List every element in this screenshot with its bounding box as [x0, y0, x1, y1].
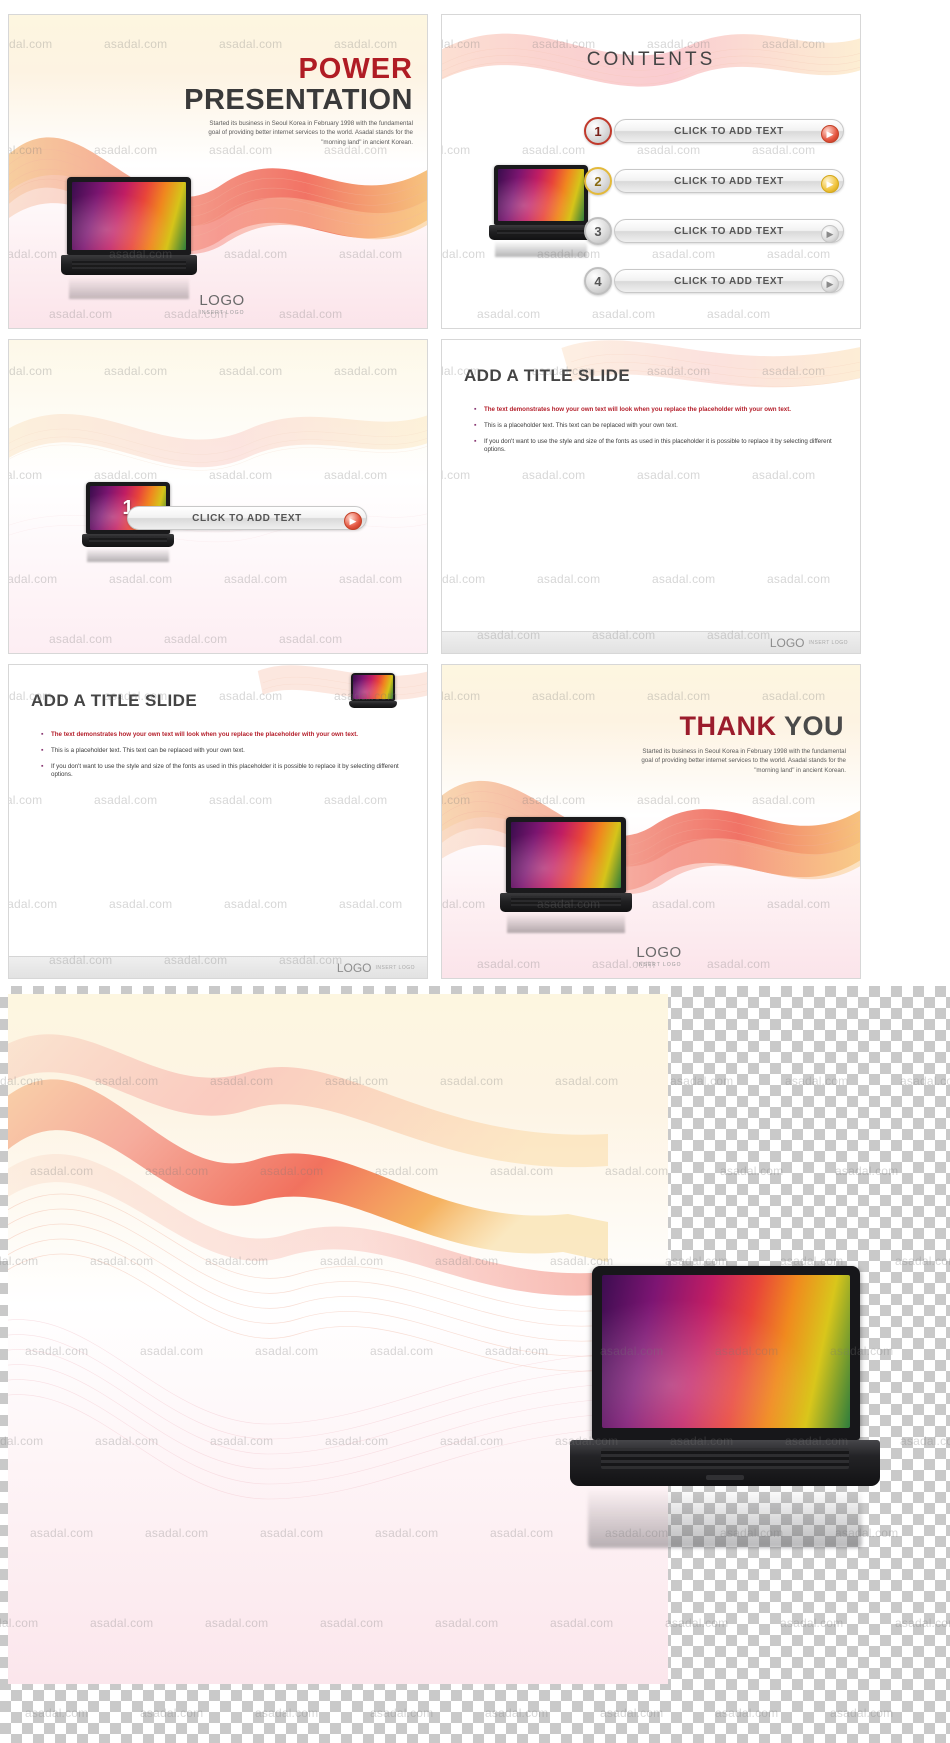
- thankyou-title-rest: YOU: [776, 711, 844, 741]
- bullet-dot-icon: ▪: [474, 437, 477, 445]
- bullet-list: ▪ The text demonstrates how your own tex…: [474, 406, 844, 461]
- chevron-right-icon: ▶: [821, 125, 839, 143]
- contents-bar-2[interactable]: CLICK TO ADD TEXT ▶: [614, 169, 844, 193]
- bullet-text: The text demonstrates how your own text …: [484, 406, 792, 413]
- section-label: CLICK TO ADD TEXT: [192, 512, 302, 524]
- bullet-item: ▪ If you don't want to use the style and…: [41, 763, 411, 779]
- contents-number-1: 1: [584, 117, 612, 145]
- laptop-screen: [72, 182, 186, 250]
- slide-thanks[interactable]: THANK YOU Started its business in Seoul …: [441, 664, 861, 979]
- bullet-text: The text demonstrates how your own text …: [51, 731, 359, 738]
- bullet-item: ▪ The text demonstrates how your own tex…: [41, 731, 411, 740]
- contents-title: CONTENTS: [586, 49, 716, 70]
- slide-contents[interactable]: CONTENTS 1 CLICK TO ADD TEXT ▶ 2 CLICK T…: [441, 14, 861, 329]
- contents-row-3[interactable]: 3 CLICK TO ADD TEXT ▶: [584, 217, 844, 245]
- laptop-image-large: [570, 1266, 880, 1566]
- logo-text: LOGO: [199, 292, 245, 309]
- bullet-dot-icon: ▪: [41, 762, 44, 770]
- contents-row-4[interactable]: 4 CLICK TO ADD TEXT ▶: [584, 267, 844, 295]
- slide-cover[interactable]: POWER PRESENTATION Started its business …: [8, 14, 428, 329]
- laptop-reflection: [588, 1488, 862, 1548]
- contents-label-3: CLICK TO ADD TEXT: [674, 225, 784, 237]
- section-bar[interactable]: CLICK TO ADD TEXT ▶: [127, 506, 367, 530]
- laptop-image: [500, 817, 632, 933]
- contents-label-1: CLICK TO ADD TEXT: [674, 125, 784, 137]
- contents-row-2[interactable]: 2 CLICK TO ADD TEXT ▶: [584, 167, 844, 195]
- background-artwork: [8, 994, 668, 1684]
- bullet-dot-icon: ▪: [474, 406, 477, 413]
- contents-row-1[interactable]: 1 CLICK TO ADD TEXT ▶: [584, 117, 844, 145]
- bullet-dot-icon: ▪: [41, 731, 44, 738]
- laptop-screen-large: [602, 1275, 850, 1428]
- contents-bar-4[interactable]: CLICK TO ADD TEXT ▶: [614, 269, 844, 293]
- cover-title: POWER PRESENTATION: [184, 55, 413, 117]
- thankyou-title-strong: THANK: [679, 711, 777, 741]
- cover-body-text: Started its business in Seoul Korea in F…: [208, 120, 413, 146]
- contents-bar-1[interactable]: CLICK TO ADD TEXT ▶: [614, 119, 844, 143]
- cover-logo: LOGO INSERT LOGO: [177, 292, 267, 316]
- template-preview-page: POWER PRESENTATION Started its business …: [0, 0, 950, 1743]
- logo-subtext: INSERT LOGO: [375, 964, 415, 971]
- laptop-screen: [511, 822, 621, 888]
- slide-heading: ADD A TITLE SLIDE: [464, 366, 631, 385]
- laptop-screen: [352, 674, 394, 700]
- logo-text: LOGO: [636, 944, 682, 961]
- bullet-item: ▪ The text demonstrates how your own tex…: [474, 406, 844, 415]
- wave-graphic-large: [8, 1034, 609, 1500]
- bullet-list: ▪ The text demonstrates how your own tex…: [41, 731, 411, 786]
- wave-graphic: [9, 414, 427, 543]
- laptop-image: [489, 165, 593, 257]
- slide-title-a[interactable]: ADD A TITLE SLIDE ▪ The text demonstrate…: [441, 339, 861, 654]
- logo-text: LOGO: [336, 960, 372, 975]
- logo-subtext: INSERT LOGO: [808, 639, 848, 646]
- contents-number-3: 3: [584, 217, 612, 245]
- bullet-dot-icon: ▪: [474, 421, 477, 429]
- cover-title-line2: PRESENTATION: [184, 84, 413, 116]
- section-row[interactable]: CLICK TO ADD TEXT ▶: [127, 504, 367, 532]
- bullet-item: ▪ This is a placeholder text. This text …: [41, 747, 411, 756]
- thankyou-title: THANK YOU: [679, 711, 844, 742]
- laptop-image: [61, 177, 197, 299]
- chevron-right-icon: ▶: [821, 275, 839, 293]
- contents-number-4: 4: [584, 267, 612, 295]
- slide-footer: LOGO INSERT LOGO: [9, 956, 427, 978]
- chevron-right-icon: ▶: [821, 175, 839, 193]
- laptop-keyboard: [497, 227, 585, 236]
- contents-label-2: CLICK TO ADD TEXT: [674, 175, 784, 187]
- logo-subtext: INSERT LOGO: [199, 310, 245, 316]
- cover-title-line1: POWER: [298, 53, 413, 85]
- chevron-right-icon: ▶: [344, 512, 362, 530]
- bullet-dot-icon: ▪: [41, 746, 44, 754]
- bullet-text: If you don't want to use the style and s…: [484, 437, 832, 453]
- laptop-keyboard: [71, 258, 187, 269]
- laptop-keyboard-large: [601, 1448, 849, 1470]
- slide-title-b[interactable]: ADD A TITLE SLIDE ▪ The text demonstrate…: [8, 664, 428, 979]
- logo-subtext: INSERT LOGO: [636, 962, 682, 968]
- thankyou-logo: LOGO INSERT LOGO: [614, 944, 704, 968]
- laptop-screen: [498, 169, 584, 221]
- slide-heading: ADD A TITLE SLIDE: [31, 691, 198, 710]
- laptop-keyboard: [510, 896, 622, 907]
- bullet-item: ▪ This is a placeholder text. This text …: [474, 422, 844, 431]
- wave-graphic: [561, 340, 860, 388]
- chevron-right-icon: ▶: [821, 225, 839, 243]
- slide-footer: LOGO INSERT LOGO: [442, 631, 860, 653]
- bullet-text: If you don't want to use the style and s…: [51, 762, 399, 778]
- slide-section[interactable]: 1 CLICK TO ADD TEXT ▶ asadal.com asadal.…: [8, 339, 428, 654]
- contents-number-2: 2: [584, 167, 612, 195]
- laptop-keyboard: [89, 536, 167, 544]
- bullet-text: This is a placeholder text. This text ca…: [51, 746, 245, 754]
- logo-text: LOGO: [769, 635, 805, 650]
- thankyou-body-text: Started its business in Seoul Korea in F…: [641, 748, 846, 774]
- laptop-image: [349, 673, 397, 713]
- bullet-item: ▪ If you don't want to use the style and…: [474, 438, 844, 454]
- asset-preview-panel: asadal.com asadal.com asadal.com asadal.…: [0, 986, 950, 1743]
- bullet-text: This is a placeholder text. This text ca…: [484, 421, 678, 429]
- contents-bar-3[interactable]: CLICK TO ADD TEXT ▶: [614, 219, 844, 243]
- contents-label-4: CLICK TO ADD TEXT: [674, 275, 784, 287]
- laptop-trackpad: [706, 1474, 744, 1481]
- slide-grid: POWER PRESENTATION Started its business …: [8, 14, 942, 979]
